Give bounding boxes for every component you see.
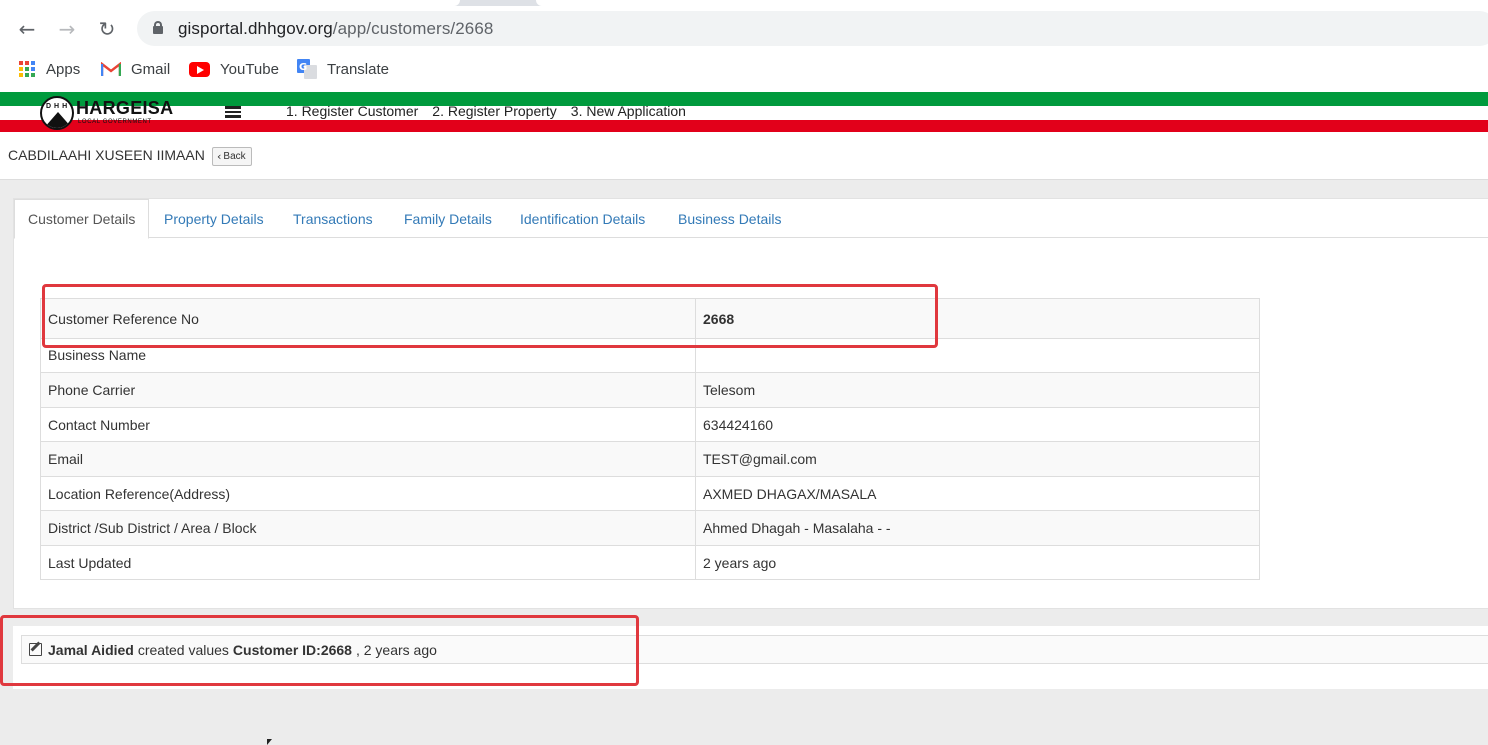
- detail-key: Customer Reference No: [40, 298, 696, 339]
- address-bar[interactable]: gisportal.dhhgov.org/app/customers/2668: [137, 11, 1488, 46]
- logo-subtitle: LOCAL GOVERNMENT: [78, 119, 152, 125]
- table-row: District /Sub District / Area / Block Ah…: [40, 510, 1260, 546]
- tab-label: Family Details: [404, 210, 492, 227]
- activity-action: created values: [137, 641, 229, 658]
- edit-icon: [29, 643, 42, 656]
- detail-key: Location Reference(Address): [40, 476, 696, 511]
- table-row: Phone Carrier Telesom: [40, 372, 1260, 408]
- bookmark-apps[interactable]: Apps: [19, 56, 80, 82]
- logo-badge-text: DHH: [46, 103, 71, 110]
- flag-stripe-green: [0, 92, 1488, 106]
- activity-log: Jamal Aidied created values Customer ID:…: [13, 626, 1488, 689]
- browser-chrome: ← → ↻ gisportal.dhhgov.org/app/customers…: [0, 0, 1488, 92]
- forward-arrow-icon[interactable]: →: [54, 16, 80, 42]
- app-header: DHH HARGEISA LOCAL GOVERNMENT 1. Registe…: [0, 92, 1488, 134]
- table-row: Location Reference(Address) AXMED DHAGAX…: [40, 476, 1260, 511]
- reload-icon[interactable]: ↻: [94, 16, 120, 42]
- detail-key: Email: [40, 441, 696, 477]
- bookmarks-bar: Apps Gmail YouTube G Translate: [0, 56, 1488, 82]
- browser-tab[interactable]: [536, 0, 1488, 6]
- detail-tabs: Customer Details Property Details Transa…: [14, 199, 1488, 239]
- chevron-left-icon: ‹: [217, 150, 222, 163]
- hargeisa-logo[interactable]: DHH HARGEISA LOCAL GOVERNMENT: [40, 96, 174, 130]
- back-arrow-icon[interactable]: ←: [14, 16, 40, 42]
- back-button[interactable]: ‹ Back: [212, 147, 252, 166]
- activity-target: Customer ID:2668: [232, 641, 352, 658]
- logo-name: HARGEISA: [76, 98, 174, 118]
- lock-icon[interactable]: [153, 21, 163, 34]
- youtube-icon: [189, 61, 210, 77]
- table-row: Email TEST@gmail.com: [40, 441, 1260, 477]
- detail-key: Phone Carrier: [40, 372, 696, 408]
- flag-stripe-white: [0, 106, 1488, 120]
- url-host: gisportal.dhhgov.org: [178, 19, 333, 38]
- detail-value: TEST@gmail.com: [695, 441, 1260, 477]
- tab-family-details[interactable]: Family Details: [391, 199, 505, 238]
- detail-value: Telesom: [695, 372, 1260, 408]
- nav-new-application[interactable]: 3. New Application: [571, 103, 686, 119]
- customer-panel: Customer Details Property Details Transa…: [13, 198, 1488, 609]
- gmail-icon: [100, 61, 122, 77]
- bookmark-label: YouTube: [220, 60, 279, 78]
- detail-value: AXMED DHAGAX/MASALA: [695, 476, 1260, 511]
- tab-business-details[interactable]: Business Details: [665, 199, 795, 238]
- detail-key: Contact Number: [40, 407, 696, 442]
- hamburger-menu-icon[interactable]: [225, 106, 241, 118]
- table-row: Customer Reference No 2668: [40, 298, 1260, 339]
- nav-register-property[interactable]: 2. Register Property: [432, 103, 557, 119]
- table-row: Contact Number 634424160: [40, 407, 1260, 442]
- apps-grid-icon: [19, 60, 36, 78]
- bookmark-label: Translate: [327, 60, 389, 78]
- page-header: CABDILAAHI XUSEEN IIMAAN ‹ Back: [0, 134, 1488, 180]
- tab-transactions[interactable]: Transactions: [280, 199, 386, 238]
- tab-label: Customer Details: [28, 211, 136, 227]
- activity-time: , 2 years ago: [355, 641, 437, 658]
- detail-value: 2668: [695, 298, 1260, 339]
- table-row: Business Name: [40, 338, 1260, 373]
- url-path: /app/customers/2668: [332, 19, 494, 38]
- detail-value: 2 years ago: [695, 545, 1260, 580]
- url-text[interactable]: gisportal.dhhgov.org/app/customers/2668: [178, 19, 493, 39]
- bookmark-gmail[interactable]: Gmail: [100, 56, 171, 82]
- bookmark-translate[interactable]: G Translate: [297, 56, 389, 82]
- bookmark-youtube[interactable]: YouTube: [189, 56, 279, 82]
- tab-label: Transactions: [293, 210, 373, 227]
- tab-identification-details[interactable]: Identification Details: [507, 199, 658, 238]
- detail-key: Last Updated: [40, 545, 696, 580]
- detail-value: 634424160: [695, 407, 1260, 442]
- tab-label: Identification Details: [520, 210, 646, 227]
- tab-label: Property Details: [164, 210, 264, 227]
- translate-icon: G: [297, 59, 317, 79]
- logo-emblem-icon: DHH: [40, 96, 74, 130]
- customer-details-table: Customer Reference No 2668 Business Name…: [40, 298, 1260, 580]
- bookmark-label: Apps: [46, 60, 81, 78]
- bookmark-label: Gmail: [131, 60, 171, 78]
- detail-key: District /Sub District / Area / Block: [40, 510, 696, 546]
- activity-user: Jamal Aidied: [48, 641, 134, 658]
- back-button-label: Back: [223, 151, 246, 162]
- activity-entry: Jamal Aidied created values Customer ID:…: [21, 635, 1488, 664]
- tab-strip: [0, 0, 1488, 6]
- top-nav: 1. Register Customer 2. Register Propert…: [286, 103, 686, 119]
- detail-key: Business Name: [40, 338, 696, 373]
- page-title: CABDILAAHI XUSEEN IIMAAN: [8, 147, 205, 163]
- mouse-cursor-icon: [267, 739, 272, 745]
- nav-register-customer[interactable]: 1. Register Customer: [286, 103, 418, 119]
- tab-customer-details[interactable]: Customer Details: [14, 199, 150, 239]
- svg-text:G: G: [299, 62, 307, 73]
- tab-property-details[interactable]: Property Details: [151, 199, 277, 238]
- browser-tab-active[interactable]: [0, 0, 460, 6]
- flag-stripe-red: [0, 120, 1488, 132]
- tab-label: Business Details: [678, 210, 782, 227]
- detail-value: [695, 338, 1260, 373]
- table-row: Last Updated 2 years ago: [40, 545, 1260, 580]
- detail-value: Ahmed Dhagah - Masalaha - -: [695, 510, 1260, 546]
